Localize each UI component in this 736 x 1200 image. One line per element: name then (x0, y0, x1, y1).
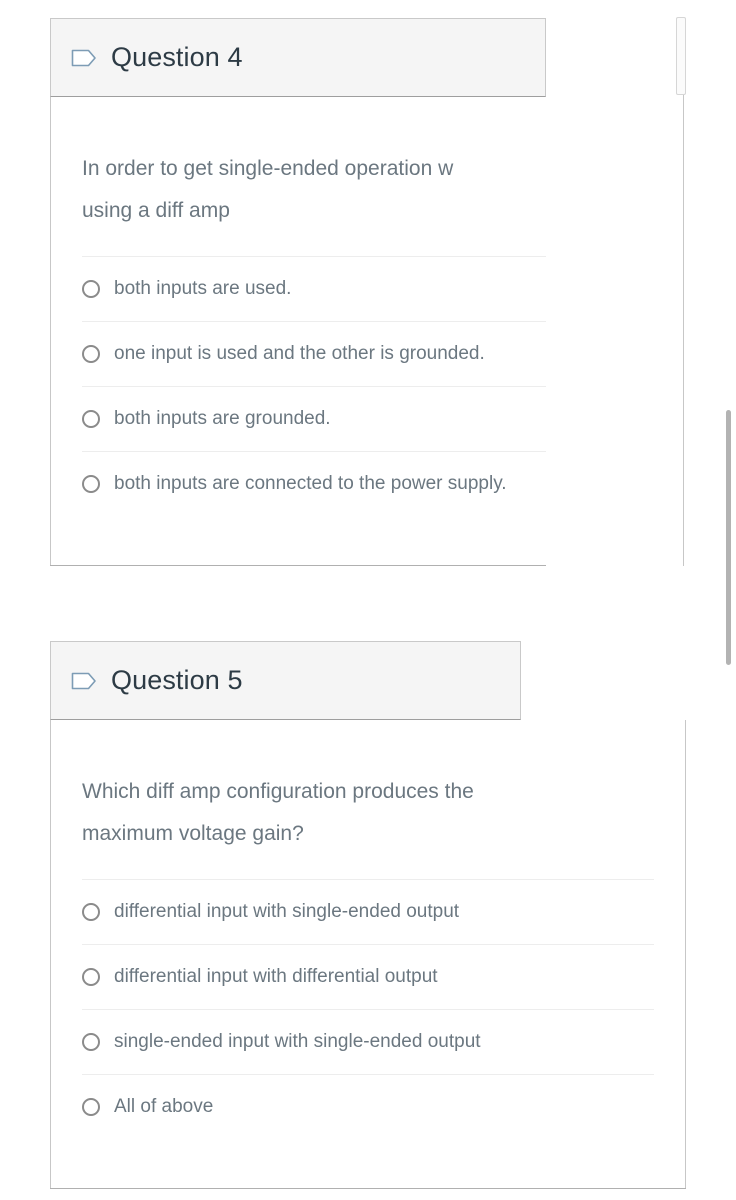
radio-button-icon[interactable] (82, 475, 100, 493)
question-5-prompt-line-2: maximum voltage gain? (82, 822, 304, 845)
radio-button-icon[interactable] (82, 410, 100, 428)
question-4-body: In order to get single-ended operation w… (50, 98, 546, 565)
answer-label: both inputs are used. (114, 277, 292, 299)
question-5-body: Which diff amp configuration produces th… (50, 721, 686, 1189)
question-4-answer-list: both inputs are used. one input is used … (82, 256, 546, 516)
answer-label: one input is used and the other is groun… (114, 342, 485, 364)
question-4-header: Question 4 (50, 18, 546, 97)
radio-button-icon[interactable] (82, 1098, 100, 1116)
inner-scrollbar-thumb[interactable] (676, 17, 686, 95)
question-4-prompt-line-2: using a diff amp (82, 199, 230, 222)
answer-label: both inputs are grounded. (114, 407, 331, 429)
answer-label: differential input with single-ended out… (114, 900, 460, 922)
question-4-prompt-line-1: In order to get single-ended operation w (82, 157, 454, 180)
question-4-answer-row-3[interactable]: both inputs are grounded. (82, 386, 546, 451)
question-5-title: Question 5 (111, 665, 243, 695)
answer-label: both inputs are connected to the power s… (114, 472, 507, 494)
radio-button-icon[interactable] (82, 280, 100, 298)
question-5-answer-list: differential input with single-ended out… (82, 879, 654, 1139)
question-5-answer-row-2[interactable]: differential input with differential out… (82, 944, 654, 1009)
question-5-answer-row-3[interactable]: single-ended input with single-ended out… (82, 1009, 654, 1074)
question-5-prompt-line-1: Which diff amp configuration produces th… (82, 780, 474, 803)
question-5-header: Question 5 (50, 641, 521, 720)
answer-label: All of above (114, 1095, 214, 1117)
answer-label: differential input with differential out… (114, 965, 438, 987)
question-4-title: Question 4 (111, 42, 243, 72)
flag-tag-icon (71, 672, 96, 689)
question-4-card-right-border (683, 18, 684, 566)
answer-label: single-ended input with single-ended out… (114, 1030, 481, 1052)
question-4-answer-row-2[interactable]: one input is used and the other is groun… (82, 321, 546, 386)
question-5-answer-row-1[interactable]: differential input with single-ended out… (82, 879, 654, 944)
question-4-answer-row-4[interactable]: both inputs are connected to the power s… (82, 451, 546, 516)
question-5-answer-row-4[interactable]: All of above (82, 1074, 654, 1139)
question-4-answer-row-1[interactable]: both inputs are used. (82, 256, 546, 321)
radio-button-icon[interactable] (82, 1033, 100, 1051)
flag-tag-icon (71, 49, 96, 66)
radio-button-icon[interactable] (82, 968, 100, 986)
page-scrollbar-thumb[interactable] (726, 410, 731, 665)
radio-button-icon[interactable] (82, 345, 100, 363)
question-4-card-bottom-border (50, 565, 546, 566)
radio-button-icon[interactable] (82, 903, 100, 921)
